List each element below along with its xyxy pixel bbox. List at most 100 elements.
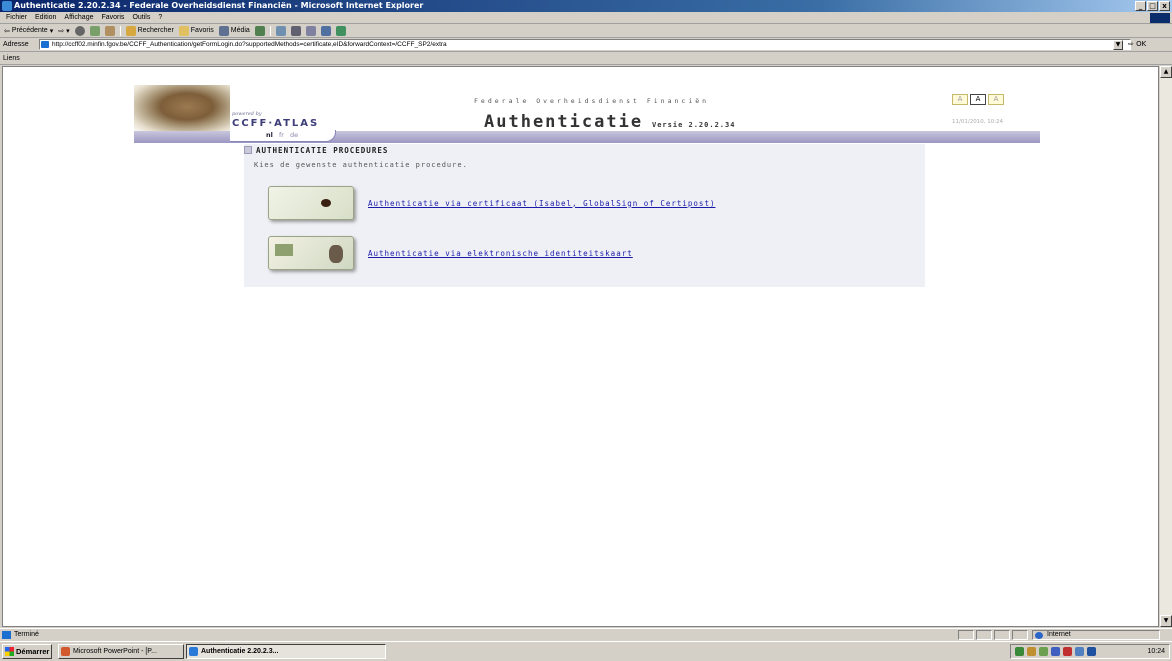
window-title: Authenticatie 2.20.2.34 - Federale Overh… — [14, 1, 424, 10]
tray-icon[interactable] — [1015, 647, 1024, 656]
favorites-icon — [178, 25, 189, 36]
powerpoint-icon — [61, 647, 70, 656]
font-size-controls: A A A — [952, 94, 1004, 105]
status-panel — [1012, 630, 1028, 640]
back-button[interactable]: ⇦ Précédente ▾ — [4, 27, 53, 35]
close-button[interactable]: x — [1159, 1, 1170, 11]
security-zone: Internet — [1032, 630, 1160, 640]
vertical-scrollbar[interactable]: ▲ ▼ — [1159, 66, 1172, 627]
menu-help[interactable]: ? — [158, 12, 162, 23]
menu-affichage[interactable]: Affichage — [64, 12, 93, 23]
certificate-auth-link[interactable]: Authenticatie via certificaat (Isabel, G… — [368, 199, 715, 208]
eid-card-icon[interactable] — [268, 236, 354, 270]
font-medium-button[interactable]: A — [970, 94, 986, 105]
edit-icon[interactable] — [305, 25, 316, 36]
favorites-button[interactable]: Favoris — [178, 25, 214, 36]
toolbar: ⇦ Précédente ▾ ⇨ ▾ Rechercher Favoris Mé… — [0, 24, 1172, 38]
certificate-card-icon[interactable] — [268, 186, 354, 220]
tray-icons — [1015, 647, 1096, 656]
page-icon — [41, 41, 49, 48]
status-panel — [976, 630, 992, 640]
history-icon[interactable] — [254, 25, 265, 36]
media-button[interactable]: Média — [218, 25, 250, 36]
lang-nl: nl — [266, 131, 273, 139]
scroll-up-arrow-icon[interactable]: ▲ — [1160, 66, 1172, 78]
tray-icon[interactable] — [1039, 647, 1048, 656]
links-label: Liens — [3, 55, 20, 62]
go-button[interactable]: ⇨ OK — [1128, 40, 1146, 48]
refresh-icon[interactable] — [89, 25, 100, 36]
status-panel — [994, 630, 1010, 640]
bear-logo-image — [134, 85, 230, 133]
task-powerpoint[interactable]: Microsoft PowerPoint - [P... — [58, 644, 184, 659]
search-button[interactable]: Rechercher — [125, 25, 174, 36]
search-icon — [125, 25, 136, 36]
mail-icon[interactable] — [275, 25, 286, 36]
links-bar[interactable]: Liens — [0, 52, 1172, 65]
page-header: powered by CCFF·ATLAS Federale Overheids… — [134, 85, 1040, 145]
menu-fichier[interactable]: Fichier — [6, 12, 27, 23]
stop-icon[interactable] — [74, 25, 85, 36]
media-label: Média — [230, 27, 250, 34]
lang-fr[interactable]: fr — [279, 131, 284, 139]
page-done-icon — [2, 631, 11, 639]
back-label: Précédente — [11, 27, 48, 34]
clock: 10:24 — [1147, 648, 1165, 655]
page-title: Authenticatie — [484, 112, 644, 132]
task-authenticatie[interactable]: Authenticatie 2.20.2.3... — [186, 644, 386, 659]
section-bullet-icon — [244, 146, 252, 154]
page-viewport: powered by CCFF·ATLAS Federale Overheids… — [2, 66, 1159, 627]
instruction-text: Kies de gewenste authenticatie procedure… — [254, 161, 468, 169]
start-button[interactable]: Démarrer — [2, 644, 52, 659]
maximize-button[interactable]: □ — [1147, 1, 1158, 11]
forward-arrow-icon: ⇨ — [58, 27, 65, 35]
status-bar: Terminé Internet — [0, 628, 1172, 641]
taskbar: Démarrer Microsoft PowerPoint - [P... Au… — [0, 641, 1172, 661]
language-selector: nl fr de — [230, 130, 336, 142]
chevron-down-icon: ▾ — [49, 27, 54, 35]
authentication-panel: AUTHENTICATIE PROCEDURES Kies de gewenst… — [244, 144, 925, 287]
forward-button[interactable]: ⇨ ▾ — [58, 27, 69, 35]
version-text: Versie 2.20.2.34 — [652, 121, 736, 129]
menu-favoris[interactable]: Favoris — [101, 12, 124, 23]
tray-icon[interactable] — [1075, 647, 1084, 656]
address-bar: Adresse http://ccff02.minfin.fgov.be/CCF… — [0, 38, 1172, 52]
organization-name: Federale Overheidsdienst Financiën — [474, 97, 710, 105]
toolbar-divider — [269, 25, 271, 36]
messenger-icon[interactable] — [335, 25, 346, 36]
print-icon[interactable] — [290, 25, 301, 36]
internet-zone-label: Internet — [1047, 631, 1071, 638]
windows-logo-icon — [1150, 13, 1170, 23]
go-label: OK — [1136, 40, 1147, 48]
tray-icon[interactable] — [1027, 647, 1036, 656]
eid-auth-link[interactable]: Authenticatie via elektronische identite… — [368, 249, 633, 258]
nav-strip: nl fr de — [134, 130, 1040, 143]
system-tray: 10:24 — [1010, 644, 1170, 659]
datetime: 11/01/2010, 10:24 — [952, 119, 1004, 125]
search-label: Rechercher — [137, 27, 174, 34]
ie-icon — [2, 1, 12, 11]
lang-de[interactable]: de — [290, 131, 298, 139]
tray-icon[interactable] — [1051, 647, 1060, 656]
section-title: AUTHENTICATIE PROCEDURES — [244, 145, 388, 155]
discuss-icon[interactable] — [320, 25, 331, 36]
tray-icon[interactable] — [1063, 647, 1072, 656]
font-small-button[interactable]: A — [952, 94, 968, 105]
home-icon[interactable] — [104, 25, 115, 36]
option-certificate: Authenticatie via certificaat (Isabel, G… — [268, 186, 715, 220]
favorites-label: Favoris — [190, 27, 214, 34]
window-title-bar[interactable]: Authenticatie 2.20.2.34 - Federale Overh… — [0, 0, 1172, 12]
address-input[interactable]: http://ccff02.minfin.fgov.be/CCFF_Authen… — [39, 39, 1131, 50]
menu-bar: Fichier Edition Affichage Favoris Outils… — [0, 12, 1172, 24]
menu-edition[interactable]: Edition — [35, 12, 56, 23]
powered-by-text: powered by — [232, 111, 262, 117]
menu-outils[interactable]: Outils — [132, 12, 150, 23]
toolbar-divider — [119, 25, 121, 36]
tray-icon[interactable] — [1087, 647, 1096, 656]
font-large-button[interactable]: A — [988, 94, 1004, 105]
task-powerpoint-label: Microsoft PowerPoint - [P... — [73, 648, 157, 655]
minimize-button[interactable]: _ — [1135, 1, 1146, 11]
ie-icon — [189, 647, 198, 656]
scroll-down-arrow-icon[interactable]: ▼ — [1160, 615, 1172, 627]
address-dropdown-button[interactable]: ▼ — [1113, 40, 1123, 50]
